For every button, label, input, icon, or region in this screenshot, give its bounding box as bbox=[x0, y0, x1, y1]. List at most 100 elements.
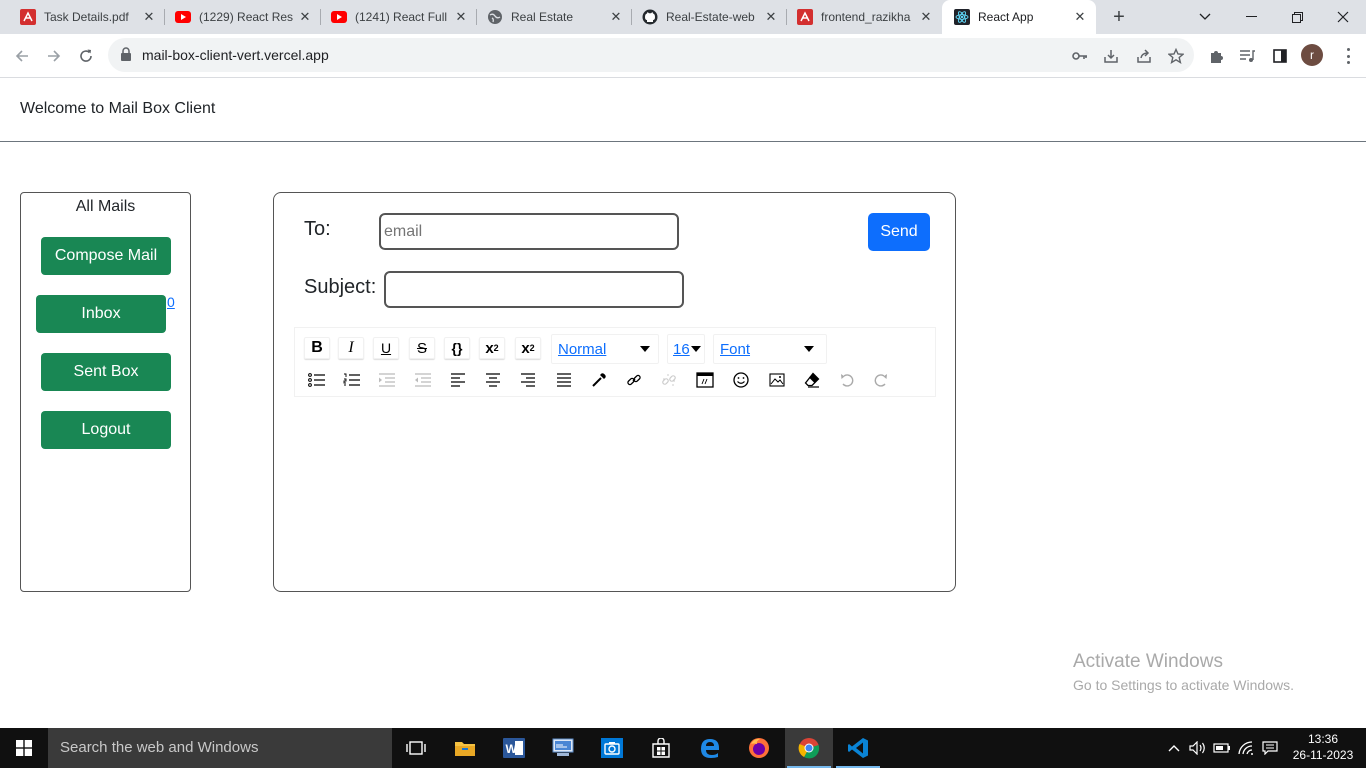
close-tab-icon[interactable]: ✕ bbox=[918, 9, 934, 25]
block-type-dropdown[interactable]: Normal bbox=[551, 334, 659, 364]
strikethrough-icon[interactable]: S bbox=[409, 337, 435, 359]
superscript-icon[interactable]: x2 bbox=[479, 337, 505, 359]
logout-button[interactable]: Logout bbox=[41, 411, 171, 449]
embedded-icon[interactable] bbox=[692, 369, 718, 391]
restore-button[interactable] bbox=[1274, 0, 1320, 34]
side-panel-icon[interactable] bbox=[1270, 46, 1290, 66]
file-explorer-icon[interactable] bbox=[441, 728, 489, 768]
vscode-icon[interactable] bbox=[834, 728, 882, 768]
chrome-icon[interactable] bbox=[785, 728, 833, 768]
new-tab-button[interactable]: + bbox=[1108, 5, 1130, 29]
task-view-icon[interactable] bbox=[392, 728, 440, 768]
to-email-input[interactable] bbox=[379, 213, 679, 250]
outdent-icon[interactable] bbox=[410, 369, 436, 391]
underline-icon[interactable]: U bbox=[373, 337, 399, 359]
redo-icon[interactable] bbox=[868, 369, 894, 391]
notifications-icon[interactable] bbox=[1259, 728, 1281, 768]
install-app-icon[interactable] bbox=[1102, 47, 1120, 65]
word-icon[interactable]: W bbox=[490, 728, 538, 768]
reload-icon[interactable] bbox=[72, 42, 100, 70]
react-icon bbox=[954, 9, 970, 25]
wifi-icon[interactable] bbox=[1235, 728, 1257, 768]
align-center-icon[interactable] bbox=[480, 369, 506, 391]
github-icon bbox=[642, 9, 658, 25]
tab-title: Task Details.pdf bbox=[44, 10, 129, 24]
edge-icon[interactable] bbox=[686, 728, 734, 768]
address-bar[interactable]: mail-box-client-vert.vercel.app bbox=[108, 38, 1194, 72]
page-content: Welcome to Mail Box Client All Mails Com… bbox=[0, 78, 1366, 728]
align-justify-icon[interactable] bbox=[551, 369, 577, 391]
store-icon[interactable] bbox=[637, 728, 685, 768]
tab-search-icon[interactable] bbox=[1182, 0, 1228, 34]
mail-sidebar: All Mails Compose Mail Inbox 0 Sent Box … bbox=[20, 192, 191, 592]
tab-react-full[interactable]: (1241) React Full ✕ bbox=[311, 0, 477, 34]
message-body-editor[interactable] bbox=[294, 403, 936, 583]
volume-icon[interactable] bbox=[1187, 728, 1209, 768]
camera-app-icon[interactable] bbox=[588, 728, 636, 768]
align-right-icon[interactable] bbox=[515, 369, 541, 391]
battery-icon[interactable] bbox=[1211, 728, 1233, 768]
color-picker-icon[interactable] bbox=[586, 369, 612, 391]
firefox-icon[interactable] bbox=[735, 728, 783, 768]
code-icon[interactable]: {} bbox=[444, 337, 470, 359]
minimize-button[interactable] bbox=[1228, 0, 1274, 34]
subject-label: Subject: bbox=[304, 276, 377, 298]
media-control-icon[interactable] bbox=[1237, 46, 1257, 66]
image-icon[interactable] bbox=[764, 369, 790, 391]
compose-mail-button[interactable]: Compose Mail bbox=[41, 237, 171, 275]
watermark-subtitle: Go to Settings to activate Windows. bbox=[1073, 677, 1294, 693]
tab-frontend-razikha[interactable]: frontend_razikha ✕ bbox=[777, 0, 942, 34]
block-type-value: Normal bbox=[558, 340, 607, 358]
profile-avatar[interactable]: r bbox=[1301, 44, 1323, 66]
inbox-unread-count[interactable]: 0 bbox=[167, 294, 175, 310]
indent-icon[interactable] bbox=[374, 369, 400, 391]
extensions-icon[interactable] bbox=[1206, 46, 1226, 66]
subject-input[interactable] bbox=[384, 271, 684, 308]
forward-icon[interactable] bbox=[40, 42, 68, 70]
show-hidden-icons[interactable] bbox=[1163, 728, 1185, 768]
emoji-icon[interactable] bbox=[728, 369, 754, 391]
back-icon[interactable] bbox=[8, 42, 36, 70]
lock-icon[interactable] bbox=[120, 47, 132, 66]
control-panel-icon[interactable] bbox=[539, 728, 587, 768]
align-left-icon[interactable] bbox=[445, 369, 471, 391]
inbox-button[interactable]: Inbox bbox=[36, 295, 166, 333]
tab-title: frontend_razikha bbox=[821, 10, 911, 24]
browser-toolbar: mail-box-client-vert.vercel.app r bbox=[0, 34, 1366, 78]
link-icon[interactable] bbox=[621, 369, 647, 391]
chevron-down-icon bbox=[640, 346, 650, 352]
unordered-list-icon[interactable] bbox=[304, 369, 330, 391]
send-button[interactable]: Send bbox=[868, 213, 930, 251]
tab-react-res[interactable]: (1229) React Res ✕ bbox=[155, 0, 321, 34]
tab-react-app[interactable]: React App ✕ bbox=[942, 0, 1096, 34]
tab-real-estate-web[interactable]: Real-Estate-web ✕ bbox=[622, 0, 787, 34]
sidebar-heading: All Mails bbox=[75, 198, 136, 215]
sent-box-button[interactable]: Sent Box bbox=[41, 353, 171, 391]
browser-menu-icon[interactable] bbox=[1340, 46, 1356, 66]
chevron-down-icon bbox=[804, 346, 814, 352]
bold-icon[interactable]: B bbox=[304, 337, 330, 359]
italic-icon[interactable]: I bbox=[338, 337, 364, 359]
close-tab-icon[interactable]: ✕ bbox=[1072, 9, 1088, 25]
start-button[interactable] bbox=[0, 728, 48, 768]
subscript-icon[interactable]: x2 bbox=[515, 337, 541, 359]
unlink-icon[interactable] bbox=[656, 369, 682, 391]
ordered-list-icon[interactable] bbox=[339, 369, 365, 391]
tab-task-details[interactable]: Task Details.pdf ✕ bbox=[0, 0, 165, 34]
bookmark-star-icon[interactable] bbox=[1167, 47, 1185, 65]
tab-real-estate[interactable]: Real Estate ✕ bbox=[467, 0, 632, 34]
pdf-icon bbox=[797, 9, 813, 25]
url-text: mail-box-client-vert.vercel.app bbox=[142, 47, 329, 63]
font-size-dropdown[interactable]: 16 bbox=[667, 334, 705, 364]
browser-tab-strip: Task Details.pdf ✕ (1229) React Res ✕ (1… bbox=[0, 0, 1366, 34]
system-clock[interactable]: 13:36 26-11-2023 bbox=[1283, 731, 1363, 763]
page-title: Welcome to Mail Box Client bbox=[20, 100, 216, 117]
font-family-dropdown[interactable]: Font bbox=[713, 334, 827, 364]
taskbar-search-box[interactable]: Search the web and Windows bbox=[48, 728, 392, 768]
share-icon[interactable] bbox=[1135, 47, 1153, 65]
close-window-button[interactable] bbox=[1320, 0, 1366, 34]
tab-title: (1229) React Res bbox=[199, 10, 294, 24]
key-icon[interactable] bbox=[1071, 47, 1089, 65]
undo-icon[interactable] bbox=[834, 369, 860, 391]
eraser-icon[interactable] bbox=[799, 369, 825, 391]
